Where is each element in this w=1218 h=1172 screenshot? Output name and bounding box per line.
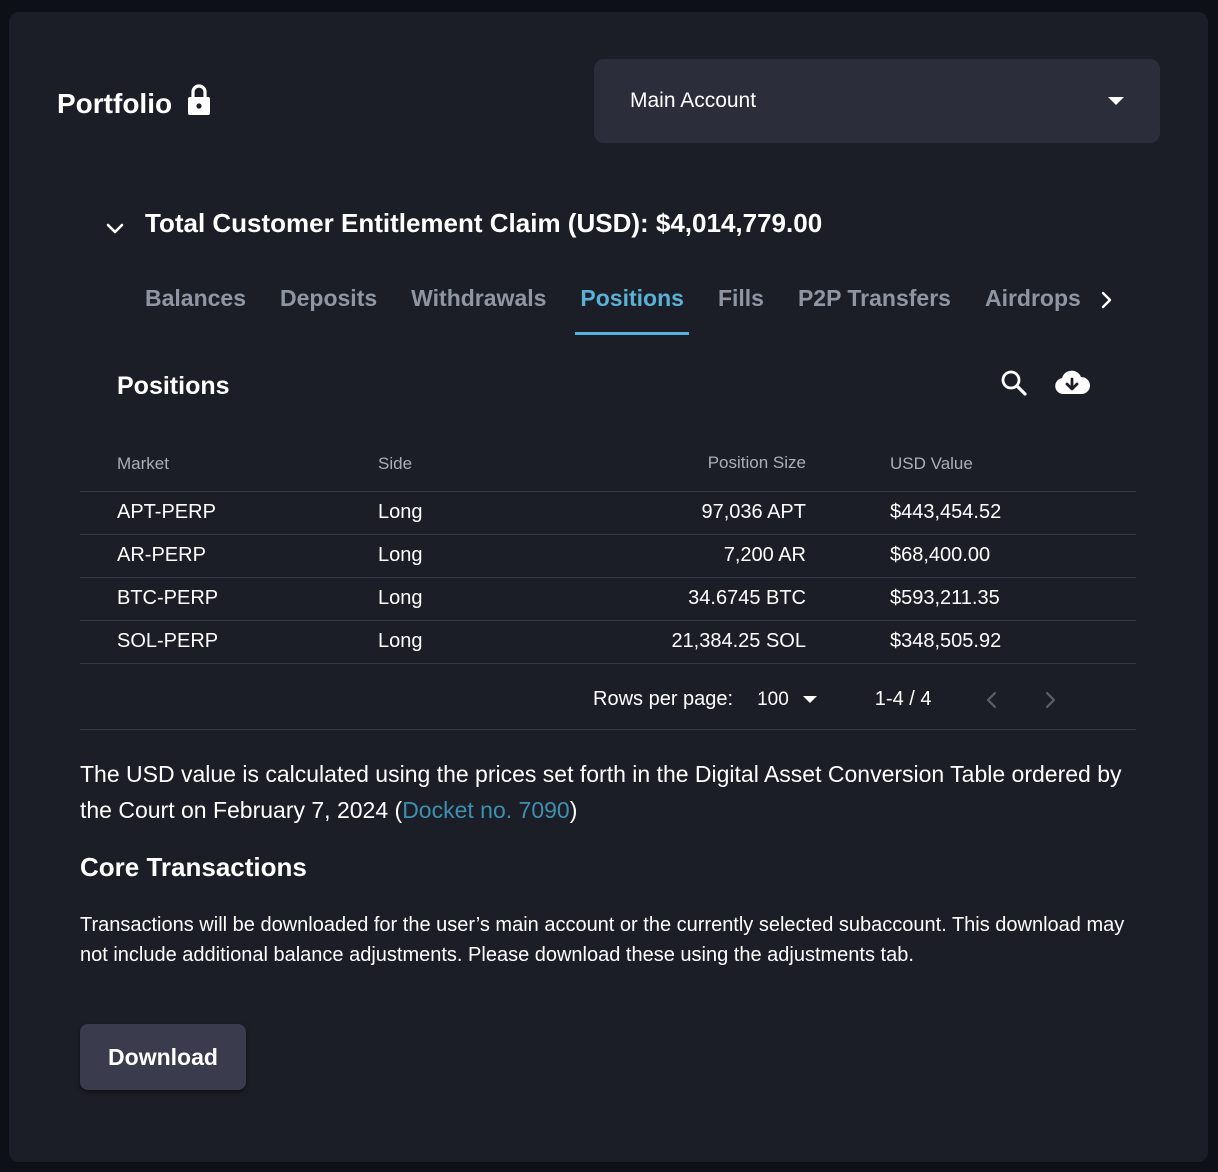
section-divider [80,729,1136,730]
positions-title: Positions [117,372,230,400]
claim-summary: Total Customer Entitlement Claim (USD): … [105,208,822,239]
cell-usd-value: $348,505.92 [806,620,1136,664]
tab-deposits[interactable]: Deposits [280,277,377,335]
page-title-text: Portfolio [57,88,173,119]
column-header-position-size[interactable]: Position Size [610,437,806,492]
column-header-side[interactable]: Side [378,437,610,492]
cell-market: AR-PERP [80,534,378,578]
cloud-download-icon[interactable] [1052,368,1092,398]
table-row: SOL-PERP Long 21,384.25 SOL $348,505.92 [80,620,1136,664]
lock-icon [186,84,212,116]
table-row: BTC-PERP Long 34.6745 BTC $593,211.35 [80,577,1136,621]
pagination-range: 1-4 / 4 [874,688,932,710]
cell-position-size: 97,036 APT [610,491,806,535]
rows-per-page-label: Rows per page: [593,688,734,710]
core-transactions-description: Transactions will be downloaded for the … [80,914,1125,966]
cell-usd-value: $68,400.00 [806,534,1136,578]
usd-value-note: The USD value is calculated using the pr… [80,756,1140,828]
claim-total-label: Total Customer Entitlement Claim (USD): … [145,208,823,238]
tab-airdrops[interactable]: Airdrops [985,277,1081,335]
cell-market: SOL-PERP [80,620,378,664]
cell-side: Long [378,620,610,664]
docket-link[interactable]: Docket no. 7090 [402,797,570,823]
tab-bar: Balances Deposits Withdrawals Positions … [145,277,1085,335]
cell-side: Long [378,577,610,621]
search-icon[interactable] [999,368,1029,398]
cell-side: Long [378,491,610,535]
table-row: APT-PERP Long 97,036 APT $443,454.52 [80,491,1136,535]
note-text: The USD value is calculated using the pr… [80,761,1122,823]
table-header-row: Market Side Position Size USD Value [80,437,1136,492]
caret-down-icon [802,696,817,703]
cell-usd-value: $443,454.52 [806,491,1136,535]
cell-position-size: 7,200 AR [610,534,806,578]
cell-market: APT-PERP [80,491,378,535]
rows-per-page-select[interactable]: 100 [757,689,817,711]
tab-positions[interactable]: Positions [575,277,689,335]
previous-page-icon[interactable] [981,689,1003,711]
column-header-market[interactable]: Market [80,437,378,492]
tabs-scroll-right-icon[interactable] [1094,288,1118,312]
table-pagination: Rows per page: 100 1-4 / 4 [593,688,1061,711]
table-row: AR-PERP Long 7,200 AR $68,400.00 [80,534,1136,578]
account-select-value: Main Account [630,89,757,112]
portfolio-card: Portfolio Main Account Total Customer En… [9,12,1208,1162]
tab-balances[interactable]: Balances [145,277,246,335]
tab-withdrawals[interactable]: Withdrawals [411,277,546,335]
cell-market: BTC-PERP [80,577,378,621]
cell-usd-value: $593,211.35 [806,577,1136,621]
tab-fills[interactable]: Fills [718,277,764,335]
tab-p2p-transfers[interactable]: P2P Transfers [798,277,951,335]
column-header-usd-value[interactable]: USD Value [806,437,1136,492]
caret-down-icon [1108,97,1124,105]
download-button[interactable]: Download [80,1024,246,1090]
rows-per-page-value: 100 [757,688,789,710]
chevron-down-icon[interactable] [105,214,125,234]
next-page-icon[interactable] [1039,689,1061,711]
account-select[interactable]: Main Account [594,59,1160,143]
cell-side: Long [378,534,610,578]
positions-table: Market Side Position Size USD Value APT-… [80,437,1136,664]
page-title: Portfolio [57,84,212,120]
cell-position-size: 21,384.25 SOL [610,620,806,664]
cell-position-size: 34.6745 BTC [610,577,806,621]
note-text-end: ) [569,797,578,823]
core-transactions-title: Core Transactions [80,852,307,882]
